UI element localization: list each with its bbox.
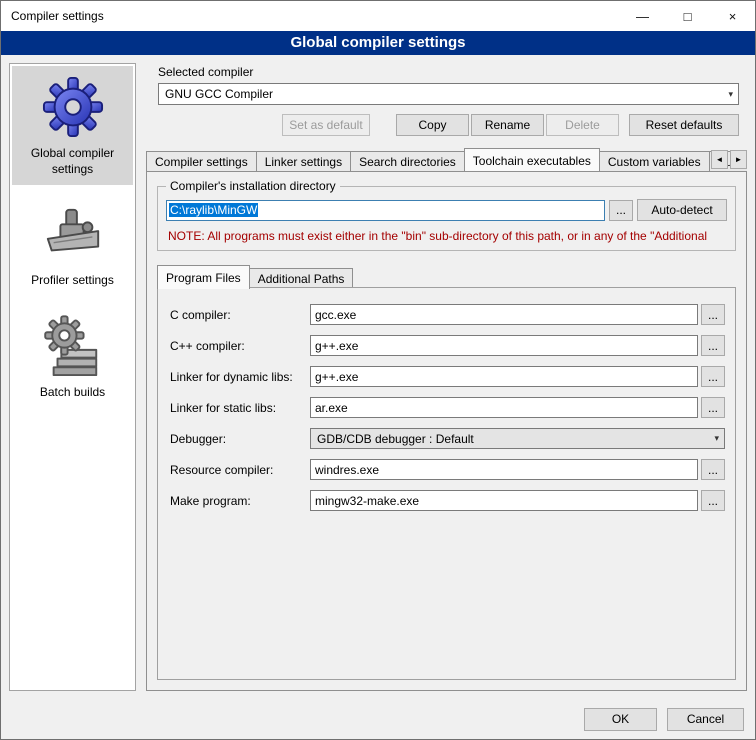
copy-button[interactable]: Copy bbox=[396, 114, 469, 136]
sidebar: Global compiler settings Profiler se bbox=[9, 63, 136, 691]
resource-compiler-label: Resource compiler: bbox=[170, 463, 310, 477]
make-program-input[interactable] bbox=[310, 490, 698, 511]
chevron-down-icon: ▾ bbox=[724, 89, 733, 100]
profiler-tool-icon bbox=[42, 203, 104, 265]
delete-button: Delete bbox=[546, 114, 619, 136]
cpp-compiler-input[interactable] bbox=[310, 335, 698, 356]
tab-scroll-left-button[interactable]: ◄ bbox=[711, 150, 728, 169]
subtab-program-files[interactable]: Program Files bbox=[157, 265, 250, 289]
sidebar-item-label: Batch builds bbox=[40, 385, 105, 401]
dialog-header: Global compiler settings bbox=[1, 31, 755, 55]
subtab-additional-paths[interactable]: Additional Paths bbox=[249, 268, 354, 288]
installation-directory-selected-text: C:\raylib\MinGW bbox=[169, 203, 258, 217]
installation-directory-input[interactable]: C:\raylib\MinGW bbox=[166, 200, 605, 221]
selected-compiler-select[interactable]: GNU GCC Compiler ▾ bbox=[158, 83, 739, 105]
dialog-footer: OK Cancel bbox=[1, 699, 755, 739]
tabs: Compiler settings Linker settings Search… bbox=[146, 148, 747, 171]
blue-gear-icon bbox=[42, 76, 104, 138]
program-files-panel: C compiler: ... C++ compiler: ... Linker… bbox=[157, 287, 736, 680]
dialog-body: Global compiler settings Profiler se bbox=[1, 55, 755, 699]
main-panel: Selected compiler GNU GCC Compiler ▾ Set… bbox=[146, 63, 747, 691]
cpp-compiler-label: C++ compiler: bbox=[170, 339, 310, 353]
tab-scroll-arrows: ◄ ► bbox=[711, 150, 747, 169]
linker-dynamic-input[interactable] bbox=[310, 366, 698, 387]
maximize-button[interactable]: □ bbox=[665, 1, 710, 31]
selected-compiler-label: Selected compiler bbox=[158, 65, 747, 79]
make-program-browse-button[interactable]: ... bbox=[701, 490, 725, 511]
debugger-select[interactable]: GDB/CDB debugger : Default ▾ bbox=[310, 428, 725, 449]
tab-scroll-right-button[interactable]: ► bbox=[730, 150, 747, 169]
cancel-button[interactable]: Cancel bbox=[667, 708, 744, 731]
tab-linker-settings[interactable]: Linker settings bbox=[256, 151, 351, 171]
sidebar-item-label: Profiler settings bbox=[31, 273, 114, 289]
rename-button[interactable]: Rename bbox=[471, 114, 544, 136]
compiler-settings-window: Compiler settings — □ × Global compiler … bbox=[0, 0, 756, 740]
gray-gear-stack-icon bbox=[42, 315, 104, 377]
close-button[interactable]: × bbox=[710, 1, 755, 31]
compiler-actions: Set as default Copy Rename Delete Reset … bbox=[158, 114, 739, 136]
debugger-label: Debugger: bbox=[170, 432, 310, 446]
set-as-default-button: Set as default bbox=[282, 114, 370, 136]
auto-detect-button[interactable]: Auto-detect bbox=[637, 199, 727, 221]
installation-directory-group: Compiler's installation directory C:\ray… bbox=[157, 186, 736, 251]
linker-static-input[interactable] bbox=[310, 397, 698, 418]
form-row: Make program: ... bbox=[170, 490, 725, 511]
linker-static-label: Linker for static libs: bbox=[170, 401, 310, 415]
sidebar-item-batch-builds[interactable]: Batch builds bbox=[12, 305, 133, 409]
sidebar-item-profiler-settings[interactable]: Profiler settings bbox=[12, 193, 133, 297]
c-compiler-browse-button[interactable]: ... bbox=[701, 304, 725, 325]
c-compiler-input[interactable] bbox=[310, 304, 698, 325]
chevron-down-icon: ▾ bbox=[710, 433, 719, 444]
form-row: Linker for dynamic libs: ... bbox=[170, 366, 725, 387]
tab-toolchain-executables[interactable]: Toolchain executables bbox=[464, 148, 600, 171]
selected-compiler-value: GNU GCC Compiler bbox=[165, 87, 724, 101]
linker-dynamic-label: Linker for dynamic libs: bbox=[170, 370, 310, 384]
form-row: C compiler: ... bbox=[170, 304, 725, 325]
cpp-compiler-browse-button[interactable]: ... bbox=[701, 335, 725, 356]
installation-directory-group-title: Compiler's installation directory bbox=[166, 179, 340, 193]
form-row: Resource compiler: ... bbox=[170, 459, 725, 480]
linker-dynamic-browse-button[interactable]: ... bbox=[701, 366, 725, 387]
toolchain-executables-page: Compiler's installation directory C:\ray… bbox=[146, 171, 747, 691]
minimize-button[interactable]: — bbox=[620, 1, 665, 31]
make-program-label: Make program: bbox=[170, 494, 310, 508]
form-row: C++ compiler: ... bbox=[170, 335, 725, 356]
reset-defaults-button[interactable]: Reset defaults bbox=[629, 114, 739, 136]
linker-static-browse-button[interactable]: ... bbox=[701, 397, 725, 418]
tab-search-directories[interactable]: Search directories bbox=[350, 151, 465, 171]
titlebar: Compiler settings — □ × bbox=[1, 1, 755, 31]
resource-compiler-browse-button[interactable]: ... bbox=[701, 459, 725, 480]
subtabstrip: Program Files Additional Paths bbox=[157, 265, 736, 288]
tab-custom-variables[interactable]: Custom variables bbox=[599, 151, 710, 171]
tabstrip: Compiler settings Linker settings Search… bbox=[146, 148, 747, 171]
installation-directory-row: C:\raylib\MinGW ... Auto-detect bbox=[166, 199, 727, 221]
installation-directory-browse-button[interactable]: ... bbox=[609, 200, 633, 221]
window-title: Compiler settings bbox=[11, 9, 104, 23]
sidebar-item-global-compiler-settings[interactable]: Global compiler settings bbox=[12, 66, 133, 185]
form-row: Debugger: GDB/CDB debugger : Default ▾ bbox=[170, 428, 725, 449]
installation-note: NOTE: All programs must exist either in … bbox=[168, 229, 727, 243]
window-controls: — □ × bbox=[620, 1, 755, 31]
resource-compiler-input[interactable] bbox=[310, 459, 698, 480]
debugger-value: GDB/CDB debugger : Default bbox=[317, 432, 710, 446]
tab-compiler-settings[interactable]: Compiler settings bbox=[146, 151, 257, 171]
form-row: Linker for static libs: ... bbox=[170, 397, 725, 418]
c-compiler-label: C compiler: bbox=[170, 308, 310, 322]
sidebar-item-label: Global compiler settings bbox=[14, 146, 131, 177]
ok-button[interactable]: OK bbox=[584, 708, 657, 731]
